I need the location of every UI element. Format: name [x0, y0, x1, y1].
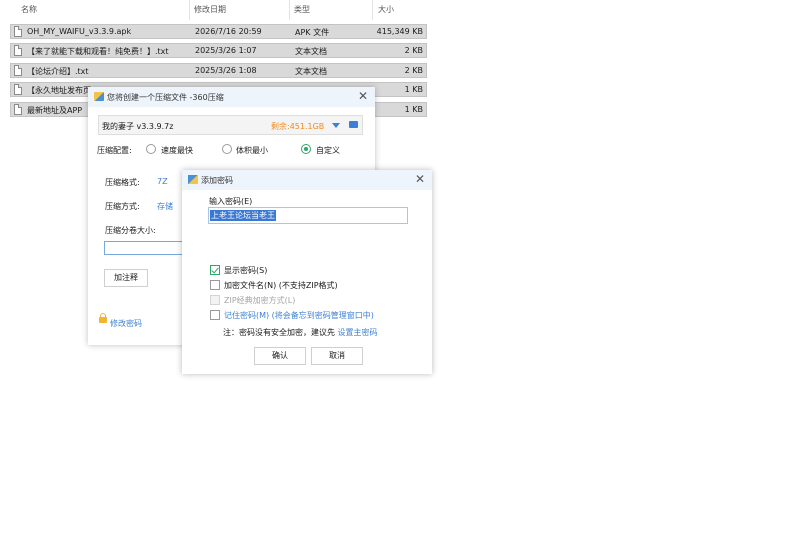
- zip-classic-label: ZIP经典加密方式(L): [224, 296, 296, 305]
- file-type: 文本文档: [295, 67, 327, 76]
- method-value[interactable]: 存储: [157, 201, 173, 212]
- text-file-icon: [14, 84, 22, 95]
- file-name: OH_MY_WAIFU_v3.3.9.apk: [27, 27, 132, 36]
- column-divider[interactable]: [289, 0, 290, 20]
- format-value[interactable]: 7Z: [157, 177, 168, 186]
- compress-dialog-titlebar[interactable]: 您将创建一个压缩文件 -360压缩 ✕: [88, 87, 375, 107]
- file-name: 【论坛介绍】.txt: [27, 67, 89, 76]
- file-name: 【来了就能下载和观看！纯免费！】.txt: [27, 47, 169, 56]
- archive-path-field[interactable]: 我的妻子 v3.3.9.7z 剩余:451.1GB: [98, 115, 363, 135]
- file-date: 2026/7/16 20:59: [195, 27, 262, 36]
- password-app-icon: [188, 175, 198, 184]
- add-password-dialog: 添加密码 ✕ 输入密码(E) 上老王论坛当老王 显示密码(S) 加密文件名(N)…: [182, 170, 432, 374]
- column-date[interactable]: 修改日期: [194, 4, 226, 15]
- compress-dialog-title: 您将创建一个压缩文件 -360压缩: [107, 93, 224, 102]
- file-row[interactable]: 【来了就能下载和观看！纯免费！】.txt 2025/3/26 1:07 文本文档…: [10, 43, 427, 58]
- column-type[interactable]: 类型: [294, 4, 310, 15]
- encrypt-filenames-checkbox[interactable]: [210, 280, 220, 290]
- file-name: 【永久地址发布页: [27, 86, 91, 95]
- split-size-label: 压缩分卷大小:: [105, 226, 156, 235]
- app-360-icon: [94, 92, 104, 101]
- set-master-password-link[interactable]: 设置主密码: [338, 328, 378, 337]
- ok-button[interactable]: 确认: [254, 347, 306, 365]
- remember-password-checkbox[interactable]: [210, 310, 220, 320]
- column-name[interactable]: 名称: [21, 4, 37, 15]
- file-type: APK 文件: [295, 28, 330, 37]
- close-icon[interactable]: ✕: [415, 172, 425, 186]
- method-label: 压缩方式:: [105, 202, 140, 211]
- radio-custom[interactable]: [301, 144, 311, 154]
- format-label: 压缩格式:: [105, 178, 140, 187]
- show-password-checkbox[interactable]: [210, 265, 220, 275]
- password-input[interactable]: 上老王论坛当老王: [208, 207, 408, 224]
- file-date: 2025/3/26 1:08: [195, 66, 257, 75]
- split-size-input[interactable]: [104, 241, 184, 255]
- file-row[interactable]: 【论坛介绍】.txt 2025/3/26 1:08 文本文档 2 KB: [10, 63, 427, 78]
- close-icon[interactable]: ✕: [358, 89, 368, 103]
- free-space-label: 剩余:451.1GB: [271, 122, 325, 131]
- file-date: 2025/3/26 1:07: [195, 46, 257, 55]
- file-size: 2 KB: [404, 66, 423, 75]
- config-label: 压缩配置:: [97, 146, 132, 155]
- file-size: 2 KB: [404, 46, 423, 55]
- radio-custom-label[interactable]: 自定义: [316, 145, 340, 156]
- file-icon: [14, 26, 22, 37]
- radio-fastest[interactable]: [146, 144, 156, 154]
- lock-icon: [99, 313, 107, 323]
- sort-caret-icon: ^: [98, 0, 106, 7]
- text-file-icon: [14, 65, 22, 76]
- file-row[interactable]: OH_MY_WAIFU_v3.3.9.apk 2026/7/16 20:59 A…: [10, 24, 427, 39]
- file-size: 1 KB: [404, 85, 423, 94]
- password-input-label: 输入密码(E): [209, 197, 253, 206]
- zip-classic-checkbox: [210, 295, 220, 305]
- column-size[interactable]: 大小: [378, 4, 394, 15]
- remember-password-label[interactable]: 记住密码(M) (将会备忘到密码管理窗口中): [224, 310, 374, 321]
- password-value: 上老王论坛当老王: [210, 210, 276, 221]
- file-name: 最新地址及APP: [27, 106, 83, 115]
- password-dialog-title: 添加密码: [201, 176, 233, 185]
- change-password-link[interactable]: 修改密码: [110, 318, 142, 329]
- radio-smallest[interactable]: [222, 144, 232, 154]
- archive-name: 我的妻子 v3.3.9.7z: [102, 122, 174, 131]
- column-divider[interactable]: [372, 0, 373, 20]
- folder-icon[interactable]: [349, 121, 358, 128]
- file-type: 文本文档: [295, 47, 327, 56]
- encrypt-filenames-label[interactable]: 加密文件名(N) (不支持ZIP格式): [224, 280, 338, 291]
- show-password-label[interactable]: 显示密码(S): [224, 265, 267, 276]
- add-comment-button[interactable]: 加注释: [104, 269, 148, 287]
- password-dialog-titlebar[interactable]: 添加密码 ✕: [182, 170, 432, 190]
- column-divider[interactable]: [189, 0, 190, 20]
- text-file-icon: [14, 104, 22, 115]
- cancel-button[interactable]: 取消: [311, 347, 363, 365]
- file-size: 1 KB: [404, 105, 423, 114]
- radio-fastest-label[interactable]: 速度最快: [161, 145, 193, 156]
- radio-smallest-label[interactable]: 体积最小: [236, 145, 268, 156]
- password-note-text: 注：密码没有安全加密，建议先: [223, 328, 335, 337]
- text-file-icon: [14, 45, 22, 56]
- file-list-header: ^ 名称 修改日期 类型 大小: [0, 0, 430, 20]
- password-note: 注：密码没有安全加密，建议先 设置主密码: [223, 327, 378, 338]
- chevron-down-icon[interactable]: [332, 123, 340, 128]
- file-size: 415,349 KB: [376, 27, 423, 36]
